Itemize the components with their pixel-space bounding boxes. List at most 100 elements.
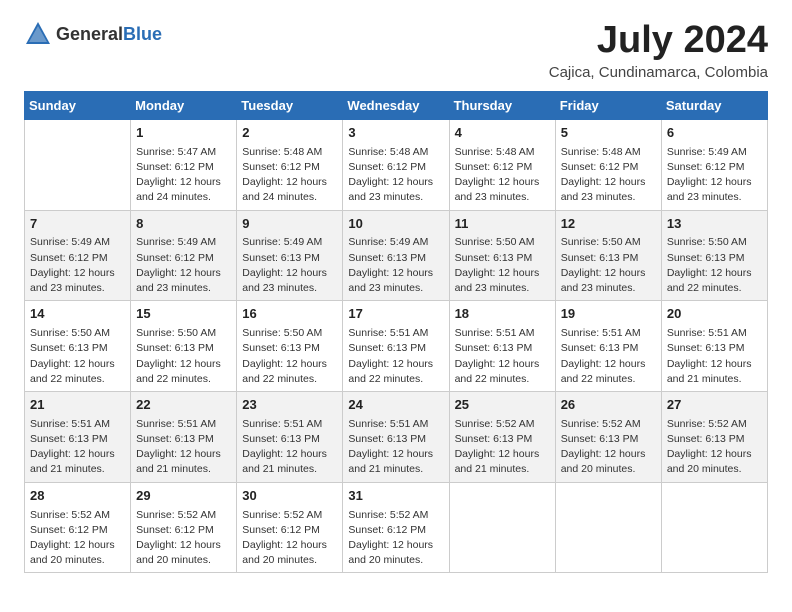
calendar-cell: 4Sunrise: 5:48 AMSunset: 6:12 PMDaylight… [449,119,555,210]
daylight-text: Daylight: 12 hours and 23 minutes. [561,175,656,205]
day-number: 13 [667,215,762,234]
day-number: 2 [242,124,337,143]
calendar-cell: 10Sunrise: 5:49 AMSunset: 6:13 PMDayligh… [343,210,449,301]
sunrise-text: Sunrise: 5:52 AM [242,508,337,523]
sunrise-text: Sunrise: 5:48 AM [455,145,550,160]
sunset-text: Sunset: 6:13 PM [455,432,550,447]
calendar-cell: 16Sunrise: 5:50 AMSunset: 6:13 PMDayligh… [237,301,343,392]
calendar-cell: 11Sunrise: 5:50 AMSunset: 6:13 PMDayligh… [449,210,555,301]
sunrise-text: Sunrise: 5:50 AM [136,326,231,341]
calendar-cell: 3Sunrise: 5:48 AMSunset: 6:12 PMDaylight… [343,119,449,210]
calendar-cell: 2Sunrise: 5:48 AMSunset: 6:12 PMDaylight… [237,119,343,210]
sunset-text: Sunset: 6:12 PM [348,160,443,175]
sunrise-text: Sunrise: 5:52 AM [667,417,762,432]
sunrise-text: Sunrise: 5:49 AM [348,235,443,250]
daylight-text: Daylight: 12 hours and 20 minutes. [348,538,443,568]
day-number: 17 [348,305,443,324]
calendar-cell: 14Sunrise: 5:50 AMSunset: 6:13 PMDayligh… [25,301,131,392]
sunset-text: Sunset: 6:13 PM [667,341,762,356]
sunrise-text: Sunrise: 5:50 AM [455,235,550,250]
sunrise-text: Sunrise: 5:51 AM [348,417,443,432]
sunrise-text: Sunrise: 5:47 AM [136,145,231,160]
day-number: 28 [30,487,125,506]
title-area: July 2024 Cajica, Cundinamarca, Colombia [549,20,768,81]
calendar-cell: 29Sunrise: 5:52 AMSunset: 6:12 PMDayligh… [131,482,237,573]
day-number: 3 [348,124,443,143]
daylight-text: Daylight: 12 hours and 24 minutes. [242,175,337,205]
calendar-cell: 8Sunrise: 5:49 AMSunset: 6:12 PMDaylight… [131,210,237,301]
sunrise-text: Sunrise: 5:50 AM [667,235,762,250]
day-number: 29 [136,487,231,506]
sunrise-text: Sunrise: 5:49 AM [242,235,337,250]
calendar-cell: 24Sunrise: 5:51 AMSunset: 6:13 PMDayligh… [343,391,449,482]
daylight-text: Daylight: 12 hours and 21 minutes. [242,447,337,477]
daylight-text: Daylight: 12 hours and 23 minutes. [561,266,656,296]
sunrise-text: Sunrise: 5:50 AM [30,326,125,341]
daylight-text: Daylight: 12 hours and 21 minutes. [30,447,125,477]
calendar-week-row: 14Sunrise: 5:50 AMSunset: 6:13 PMDayligh… [25,301,768,392]
sunrise-text: Sunrise: 5:49 AM [30,235,125,250]
calendar-cell: 12Sunrise: 5:50 AMSunset: 6:13 PMDayligh… [555,210,661,301]
day-number: 30 [242,487,337,506]
daylight-text: Daylight: 12 hours and 22 minutes. [455,357,550,387]
day-number: 9 [242,215,337,234]
daylight-text: Daylight: 12 hours and 20 minutes. [30,538,125,568]
daylight-text: Daylight: 12 hours and 23 minutes. [667,175,762,205]
calendar-week-row: 28Sunrise: 5:52 AMSunset: 6:12 PMDayligh… [25,482,768,573]
sunrise-text: Sunrise: 5:51 AM [242,417,337,432]
weekday-header-saturday: Saturday [661,91,767,119]
calendar-cell [555,482,661,573]
sunset-text: Sunset: 6:13 PM [242,251,337,266]
weekday-header-tuesday: Tuesday [237,91,343,119]
daylight-text: Daylight: 12 hours and 21 minutes. [667,357,762,387]
calendar-cell [449,482,555,573]
month-year-title: July 2024 [549,20,768,62]
day-number: 6 [667,124,762,143]
sunrise-text: Sunrise: 5:52 AM [348,508,443,523]
sunset-text: Sunset: 6:13 PM [348,432,443,447]
sunset-text: Sunset: 6:12 PM [455,160,550,175]
daylight-text: Daylight: 12 hours and 22 minutes. [242,357,337,387]
daylight-text: Daylight: 12 hours and 23 minutes. [30,266,125,296]
calendar-cell: 15Sunrise: 5:50 AMSunset: 6:13 PMDayligh… [131,301,237,392]
daylight-text: Daylight: 12 hours and 21 minutes. [136,447,231,477]
day-number: 22 [136,396,231,415]
daylight-text: Daylight: 12 hours and 21 minutes. [348,447,443,477]
sunset-text: Sunset: 6:13 PM [30,432,125,447]
day-number: 10 [348,215,443,234]
day-number: 27 [667,396,762,415]
calendar-cell: 21Sunrise: 5:51 AMSunset: 6:13 PMDayligh… [25,391,131,482]
daylight-text: Daylight: 12 hours and 21 minutes. [455,447,550,477]
daylight-text: Daylight: 12 hours and 20 minutes. [667,447,762,477]
sunrise-text: Sunrise: 5:51 AM [348,326,443,341]
sunrise-text: Sunrise: 5:51 AM [455,326,550,341]
weekday-header-wednesday: Wednesday [343,91,449,119]
calendar-cell: 28 Sunrise: 5:52 AMSunset: 6:12 PMDayligh… [25,482,131,573]
sunset-text: Sunset: 6:12 PM [348,523,443,538]
sunset-text: Sunset: 6:12 PM [30,523,125,538]
calendar-week-row: 1Sunrise: 5:47 AMSunset: 6:12 PMDaylight… [25,119,768,210]
calendar-cell: 18Sunrise: 5:51 AMSunset: 6:13 PMDayligh… [449,301,555,392]
location-subtitle: Cajica, Cundinamarca, Colombia [549,64,768,81]
weekday-header-sunday: Sunday [25,91,131,119]
day-number: 19 [561,305,656,324]
sunrise-text: Sunrise: 5:50 AM [242,326,337,341]
sunset-text: Sunset: 6:12 PM [136,523,231,538]
sunset-text: Sunset: 6:13 PM [455,341,550,356]
logo-icon [24,20,52,48]
sunrise-text: Sunrise: 5:52 AM [561,417,656,432]
sunset-text: Sunset: 6:13 PM [455,251,550,266]
calendar-cell: 26Sunrise: 5:52 AMSunset: 6:13 PMDayligh… [555,391,661,482]
sunset-text: Sunset: 6:13 PM [561,432,656,447]
calendar-cell: 25Sunrise: 5:52 AMSunset: 6:13 PMDayligh… [449,391,555,482]
day-number: 16 [242,305,337,324]
sunrise-text: Sunrise: 5:52 AM [30,508,125,523]
calendar-week-row: 7Sunrise: 5:49 AMSunset: 6:12 PMDaylight… [25,210,768,301]
day-number: 14 [30,305,125,324]
daylight-text: Daylight: 12 hours and 23 minutes. [348,175,443,205]
sunset-text: Sunset: 6:13 PM [348,341,443,356]
daylight-text: Daylight: 12 hours and 22 minutes. [136,357,231,387]
page-header: GeneralBlue July 2024 Cajica, Cundinamar… [24,20,768,81]
sunrise-text: Sunrise: 5:51 AM [30,417,125,432]
sunrise-text: Sunrise: 5:51 AM [561,326,656,341]
